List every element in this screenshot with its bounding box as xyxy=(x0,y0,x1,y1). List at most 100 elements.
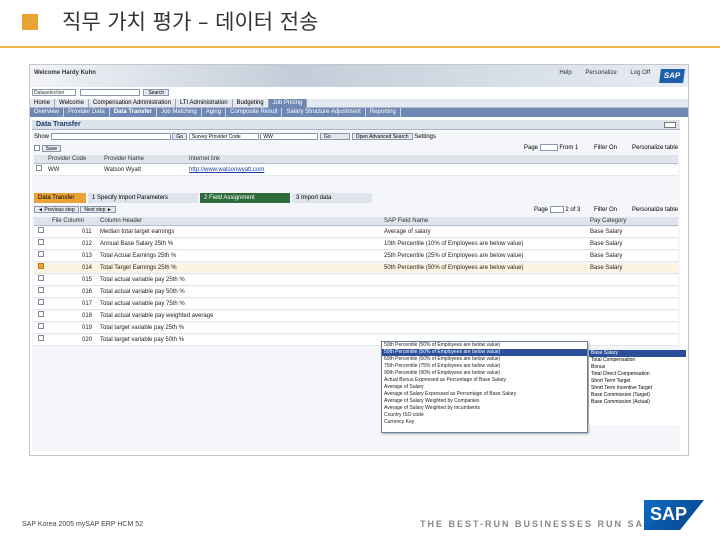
provider-checkbox[interactable] xyxy=(36,165,42,171)
row-checkbox[interactable] xyxy=(38,275,44,281)
sap-field-option[interactable]: 60th Percentile (60% of Employees are be… xyxy=(382,356,587,363)
provider-code-header[interactable]: Provider Code xyxy=(48,155,86,164)
pay-category-option[interactable]: Short Term Target xyxy=(589,378,686,385)
table-row[interactable]: 019 Total target variable pay 25th % xyxy=(34,323,678,334)
table-row[interactable]: 016 Total actual variable pay 50th % xyxy=(34,287,678,298)
search-query-input[interactable] xyxy=(79,89,140,96)
sap-field-name-header[interactable]: SAP Field Name xyxy=(384,217,428,226)
sap-field-option[interactable]: 50th Percentile (50% of Employees are be… xyxy=(382,342,587,349)
subnav-salary-structure[interactable]: Salary Structure Adjustment xyxy=(282,108,366,117)
show-go-button[interactable]: Go xyxy=(172,133,188,140)
personalize2-link[interactable]: Personalize table xyxy=(632,206,678,215)
pay-category-option[interactable]: Total Direct Compensation xyxy=(589,371,686,378)
nav-welcome[interactable]: Welcome xyxy=(55,99,89,108)
pay-category-option[interactable]: Base Commission (Target) xyxy=(589,392,686,399)
pay-category-option[interactable]: Base Commission (Actual) xyxy=(589,399,686,406)
nav-home[interactable]: Home xyxy=(30,99,56,108)
subnav-data-transfer[interactable]: Data Transfer xyxy=(110,108,158,117)
provider-name-header[interactable]: Provider Name xyxy=(104,155,144,164)
internet-link-header[interactable]: Internet link xyxy=(189,155,220,164)
subnav-aging[interactable]: Aging xyxy=(202,108,227,117)
sap-field-option[interactable]: Country ISO code xyxy=(382,412,587,419)
pay-category-header[interactable]: Pay Category xyxy=(590,217,626,226)
roadmap-step-data-transfer[interactable]: Data Transfer xyxy=(34,193,86,203)
subnav-job-matching[interactable]: Job Matching xyxy=(157,108,202,117)
row-checkbox[interactable] xyxy=(38,251,44,257)
panel-maximize-icon[interactable] xyxy=(664,122,676,128)
next-step-button[interactable]: Next step ► xyxy=(80,206,116,213)
file-column-header[interactable]: File Column xyxy=(52,217,84,226)
nav-budgeting[interactable]: Budgeting xyxy=(233,99,269,108)
roadmap-step-1[interactable]: 1 Specify Import Parameters xyxy=(88,193,198,203)
sap-field-option[interactable]: 50th Percentile (50% of Employees are be… xyxy=(382,349,587,356)
row-checkbox[interactable] xyxy=(38,299,44,305)
show-select[interactable] xyxy=(50,133,171,140)
pay-category-cell[interactable]: Base Salary xyxy=(590,251,622,262)
filter-value-input[interactable]: WW xyxy=(260,133,319,140)
filter-field-select[interactable]: Survey Provider Code xyxy=(188,133,259,140)
select-all-checkbox[interactable] xyxy=(34,145,40,151)
personalize-link[interactable]: Personalize xyxy=(585,70,616,76)
search-button[interactable]: Search xyxy=(143,89,170,96)
row-checkbox[interactable] xyxy=(38,287,44,293)
personalize-link[interactable]: Personalize table xyxy=(632,144,678,153)
filter2-on-link[interactable]: Filter On xyxy=(594,206,617,215)
pay-category-option[interactable]: Total Compensation xyxy=(589,357,686,364)
sap-field-cell[interactable]: Average of salary xyxy=(384,227,431,238)
pay-category-cell[interactable]: Base Salary xyxy=(590,263,622,274)
table-row[interactable]: 014 Total Target Earnings 25th % 50th Perc… xyxy=(34,263,678,274)
table-row[interactable]: 011 Median total target earnings Average o… xyxy=(34,227,678,238)
sap-field-cell[interactable]: 50th Percentile (50% of Employees are be… xyxy=(384,263,523,274)
column-header-header[interactable]: Column Header xyxy=(100,217,142,226)
sap-field-cell[interactable]: 10th Percentile (10% of Employees are be… xyxy=(384,239,523,250)
sap-field-cell[interactable]: 25th Percentile (25% of Employees are be… xyxy=(384,251,523,262)
filter-go-button[interactable]: Go xyxy=(320,133,351,140)
provider-link[interactable]: http://www.watsonwyatt.com xyxy=(189,165,264,176)
row-checkbox[interactable] xyxy=(38,239,44,245)
provider-row[interactable]: WW Watson Wyatt http://www.watsonwyatt.c… xyxy=(34,165,678,176)
sap-field-option[interactable]: Average of Salary Expressed as Percentag… xyxy=(382,391,587,398)
page-input[interactable] xyxy=(539,144,558,151)
sap-field-option[interactable]: Average of Salary Weighted by Companies xyxy=(382,398,587,405)
pay-category-cell[interactable]: Base Salary xyxy=(590,239,622,250)
open-advanced-search-button[interactable]: Open Advanced Search xyxy=(351,133,413,140)
pay-category-option[interactable]: Base Salary xyxy=(589,350,686,357)
previous-step-button[interactable]: ◄ Previous step xyxy=(34,206,79,213)
search-input[interactable]: Dataselection xyxy=(32,89,76,96)
sap-field-dropdown-list[interactable]: 50th Percentile (50% of Employees are be… xyxy=(381,341,588,433)
sap-field-option[interactable]: 90th Percentile (90% of Employees are be… xyxy=(382,370,587,377)
subnav-overview[interactable]: Overview xyxy=(30,108,65,117)
table-row[interactable]: 017 Total actual variable pay 75th % xyxy=(34,299,678,310)
table-row[interactable]: 013 Total Actual Earnings 25th % 25th Perc… xyxy=(34,251,678,262)
save-button[interactable]: Save xyxy=(41,144,62,152)
nav-comp-admin[interactable]: Compensation Administration xyxy=(89,99,176,108)
subnav-provider-data[interactable]: Provider Data xyxy=(64,108,110,117)
row-checkbox[interactable] xyxy=(38,311,44,317)
table-row[interactable]: 015 Total actual variable pay 25th % xyxy=(34,275,678,286)
pay-category-dropdown-list[interactable]: Base Salary Total Compensation Bonus Total … xyxy=(588,350,686,425)
roadmap-step-2[interactable]: 2 Field Assignment xyxy=(200,193,290,203)
logoff-link[interactable]: Log Off xyxy=(630,70,650,76)
table-row[interactable]: 018 Total actual variable pay weighted av… xyxy=(34,311,678,322)
row-checkbox[interactable] xyxy=(38,227,44,233)
nav-job-pricing[interactable]: Job Pricing xyxy=(268,99,308,108)
sap-field-option[interactable]: Average of Salary Weighted by Incumbents xyxy=(382,405,587,412)
subnav-composite-result[interactable]: Composite Result xyxy=(226,108,283,117)
pay-category-option[interactable]: Short Term Incentive Target xyxy=(589,385,686,392)
page2-input[interactable] xyxy=(549,206,564,213)
nav-lti-admin[interactable]: LTI Administration xyxy=(176,99,233,108)
help-link[interactable]: Help xyxy=(559,70,571,76)
subnav-reporting[interactable]: Reporting xyxy=(366,108,401,117)
sap-field-option[interactable]: Average of Salary xyxy=(382,384,587,391)
sap-field-option[interactable]: 75th Percentile (75% of Employees are be… xyxy=(382,363,587,370)
roadmap-step-3[interactable]: 3 Import data xyxy=(292,193,372,203)
sap-field-option[interactable]: Currency Key xyxy=(382,419,587,426)
row-checkbox[interactable] xyxy=(38,263,44,269)
row-checkbox[interactable] xyxy=(38,335,44,341)
table-row[interactable]: 012 Annual Base Salary 25th % 10th Percent… xyxy=(34,239,678,250)
settings-link[interactable]: Settings xyxy=(414,134,436,140)
pay-category-option[interactable]: Bonus xyxy=(589,364,686,371)
row-checkbox[interactable] xyxy=(38,323,44,329)
filter-on-link[interactable]: Filter On xyxy=(594,144,617,153)
pay-category-cell[interactable]: Base Salary xyxy=(590,227,622,238)
